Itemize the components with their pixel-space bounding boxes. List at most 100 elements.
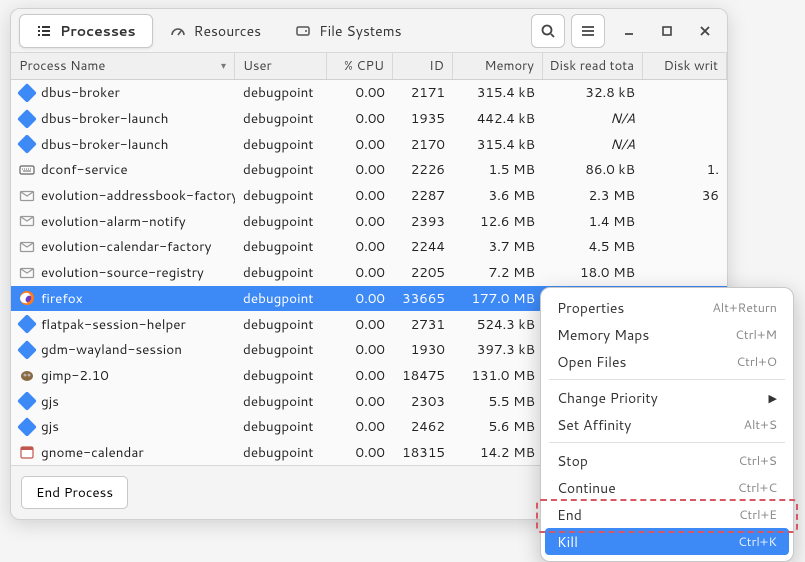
cell-cpu: 0.00 bbox=[327, 366, 393, 385]
cell-cpu: 0.00 bbox=[327, 109, 393, 128]
hamburger-menu-button[interactable] bbox=[571, 14, 605, 48]
tab-filesystems[interactable]: File Systems bbox=[278, 14, 418, 48]
header-cpu[interactable]: % CPU bbox=[327, 53, 393, 79]
cell-memory: 7.2 MB bbox=[453, 263, 543, 282]
cell-cpu: 0.00 bbox=[327, 289, 393, 308]
cell-id: 1930 bbox=[393, 340, 453, 359]
menu-label: Properties bbox=[557, 298, 624, 318]
cell-disk-read: N/A bbox=[543, 109, 643, 128]
cell-memory: 397.3 kB bbox=[453, 340, 543, 359]
menu-label: Kill bbox=[557, 532, 578, 552]
process-icon bbox=[19, 213, 35, 229]
header-name[interactable]: Process Name ▾ bbox=[11, 53, 235, 79]
cell-id: 2244 bbox=[393, 237, 453, 256]
process-name: gjs bbox=[41, 417, 59, 436]
cell-cpu: 0.00 bbox=[327, 135, 393, 154]
table-row[interactable]: dbus-brokerdebugpoint0.002171315.4 kB32.… bbox=[11, 80, 727, 106]
table-row[interactable]: evolution-alarm-notifydebugpoint0.002393… bbox=[11, 208, 727, 234]
cell-cpu: 0.00 bbox=[327, 340, 393, 359]
process-icon bbox=[19, 393, 35, 409]
maximize-icon bbox=[661, 25, 673, 37]
tab-label: Processes bbox=[60, 21, 136, 41]
menu-item-properties[interactable]: Properties Alt+Return bbox=[541, 294, 793, 321]
menu-label: Open Files bbox=[557, 352, 626, 372]
menu-item-end[interactable]: EndCtrl+E bbox=[541, 501, 793, 528]
menu-item-memory-maps[interactable]: Memory MapsCtrl+M bbox=[541, 321, 793, 348]
menu-item-change-priority[interactable]: Change Priority▶ bbox=[541, 384, 793, 411]
menu-shortcut: Ctrl+C bbox=[738, 479, 777, 497]
cell-id: 2171 bbox=[393, 83, 453, 102]
table-row[interactable]: dbus-broker-launchdebugpoint0.001935442.… bbox=[11, 106, 727, 132]
gauge-icon bbox=[170, 23, 186, 39]
tab-processes[interactable]: Processes bbox=[19, 14, 153, 48]
cell-id: 18315 bbox=[393, 443, 453, 462]
disk-icon bbox=[295, 23, 311, 39]
search-button[interactable] bbox=[531, 14, 565, 48]
menu-shortcut: Ctrl+K bbox=[738, 533, 777, 551]
menu-label: Change Priority bbox=[557, 388, 658, 408]
table-row[interactable]: evolution-addressbook-factorydebugpoint0… bbox=[11, 183, 727, 209]
cell-cpu: 0.00 bbox=[327, 83, 393, 102]
cell-user: debugpoint bbox=[235, 109, 327, 128]
cell-id: 2287 bbox=[393, 186, 453, 205]
minimize-button[interactable] bbox=[615, 17, 643, 45]
cell-disk-write: 1. bbox=[643, 160, 727, 179]
tab-resources[interactable]: Resources bbox=[153, 14, 278, 48]
cell-user: debugpoint bbox=[235, 392, 327, 411]
cell-id: 2731 bbox=[393, 315, 453, 334]
table-row[interactable]: evolution-source-registrydebugpoint0.002… bbox=[11, 260, 727, 286]
cell-id: 2205 bbox=[393, 263, 453, 282]
cell-id: 2303 bbox=[393, 392, 453, 411]
menu-label: Continue bbox=[557, 478, 616, 498]
header-disk-read[interactable]: Disk read tota bbox=[543, 53, 643, 79]
process-name: gdm-wayland-session bbox=[41, 340, 182, 359]
header-id[interactable]: ID bbox=[393, 53, 453, 79]
cell-id: 2393 bbox=[393, 212, 453, 231]
header-disk-write[interactable]: Disk writ bbox=[643, 53, 727, 79]
sort-indicator-icon: ▾ bbox=[221, 59, 226, 73]
cell-disk-read: 18.0 MB bbox=[543, 263, 643, 282]
menu-shortcut: Alt+Return bbox=[712, 299, 777, 317]
process-name: evolution-calendar-factory bbox=[41, 237, 211, 256]
menu-item-stop[interactable]: StopCtrl+S bbox=[541, 447, 793, 474]
process-icon bbox=[19, 162, 35, 178]
cell-disk-read: 2.3 MB bbox=[543, 186, 643, 205]
table-row[interactable]: dbus-broker-launchdebugpoint0.002170315.… bbox=[11, 131, 727, 157]
cell-user: debugpoint bbox=[235, 315, 327, 334]
process-name: firefox bbox=[41, 289, 83, 308]
cell-user: debugpoint bbox=[235, 135, 327, 154]
menu-item-set-affinity[interactable]: Set AffinityAlt+S bbox=[541, 411, 793, 438]
maximize-button[interactable] bbox=[653, 17, 681, 45]
cell-cpu: 0.00 bbox=[327, 417, 393, 436]
cell-disk-read: 1.4 MB bbox=[543, 212, 643, 231]
process-icon bbox=[19, 444, 35, 460]
cell-cpu: 0.00 bbox=[327, 392, 393, 411]
hamburger-icon bbox=[580, 23, 596, 39]
header-user[interactable]: User bbox=[235, 53, 327, 79]
process-icon bbox=[19, 85, 35, 101]
table-row[interactable]: dconf-servicedebugpoint0.0022261.5 MB86.… bbox=[11, 157, 727, 183]
menu-item-continue[interactable]: Continue Ctrl+C bbox=[541, 474, 793, 501]
close-button[interactable] bbox=[691, 17, 719, 45]
menu-shortcut: Ctrl+M bbox=[735, 326, 777, 344]
menu-item-kill[interactable]: Kill Ctrl+K bbox=[545, 528, 789, 555]
menu-shortcut: Ctrl+O bbox=[736, 353, 777, 371]
menu-label: End bbox=[557, 505, 582, 525]
cell-user: debugpoint bbox=[235, 186, 327, 205]
titlebar: Processes Resources File Systems bbox=[11, 9, 727, 53]
cell-user: debugpoint bbox=[235, 443, 327, 462]
process-name: dconf-service bbox=[41, 160, 128, 179]
cell-memory: 131.0 MB bbox=[453, 366, 543, 385]
cell-id: 2170 bbox=[393, 135, 453, 154]
cell-user: debugpoint bbox=[235, 417, 327, 436]
process-icon bbox=[19, 290, 35, 306]
cell-disk-read: 86.0 kB bbox=[543, 160, 643, 179]
table-headers: Process Name ▾ User % CPU ID Memory Disk… bbox=[11, 53, 727, 80]
end-process-button[interactable]: End Process bbox=[21, 476, 128, 509]
cell-user: debugpoint bbox=[235, 83, 327, 102]
cell-memory: 14.2 MB bbox=[453, 443, 543, 462]
cell-cpu: 0.00 bbox=[327, 160, 393, 179]
table-row[interactable]: evolution-calendar-factorydebugpoint0.00… bbox=[11, 234, 727, 260]
menu-item-open-files[interactable]: Open Files Ctrl+O bbox=[541, 348, 793, 375]
header-memory[interactable]: Memory bbox=[453, 53, 543, 79]
